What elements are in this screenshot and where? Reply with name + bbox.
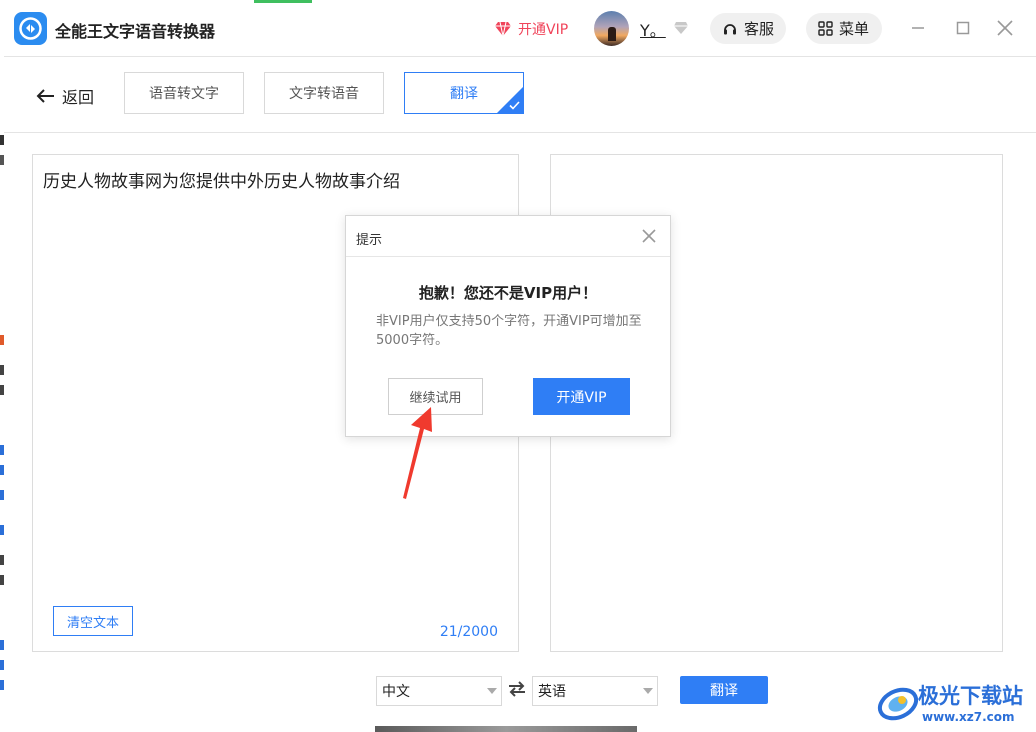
header-divider — [4, 132, 1036, 133]
continue-trial-button[interactable]: 继续试用 — [388, 378, 483, 415]
dialog-heading: 抱歉！您还不是VIP用户！ — [418, 284, 598, 302]
tab-text-to-speech[interactable]: 文字转语音 — [264, 72, 384, 114]
clear-text-button[interactable]: 清空文本 — [53, 606, 133, 636]
minimize-icon[interactable] — [907, 17, 929, 39]
character-count: 21/2000 — [439, 624, 498, 640]
app-title: 全能王文字语音转换器 — [55, 22, 216, 41]
open-vip-label: 开通VIP — [518, 22, 569, 38]
chevron-down-icon — [487, 688, 497, 694]
dialog-title: 提示 — [356, 233, 383, 248]
bottom-image-strip — [375, 726, 637, 732]
customer-service-label: 客服 — [744, 20, 775, 38]
close-icon[interactable] — [642, 229, 656, 243]
source-text-input[interactable]: 历史人物故事网为您提供中外历史人物故事介绍 — [43, 167, 400, 192]
back-label: 返回 — [62, 88, 95, 107]
target-language-value: 英语 — [538, 684, 566, 700]
tab-label: 文字转语音 — [289, 86, 359, 102]
vip-level-gem-icon — [674, 22, 688, 34]
close-window-icon[interactable] — [994, 17, 1016, 39]
watermark-url: www.xz7.com — [922, 710, 1015, 724]
source-language-value: 中文 — [382, 684, 410, 700]
menu-label: 菜单 — [839, 20, 870, 38]
avatar[interactable] — [594, 11, 629, 46]
username[interactable]: Y。 — [640, 17, 666, 41]
tab-speech-to-text[interactable]: 语音转文字 — [124, 72, 244, 114]
title-bar: 全能王文字语音转换器 开通VIP Y。 客服 菜单 — [4, 0, 1036, 57]
checkmark-icon — [509, 101, 520, 110]
headset-icon — [724, 23, 736, 34]
translate-button[interactable]: 翻译 — [680, 676, 768, 704]
maximize-icon[interactable] — [952, 17, 974, 39]
watermark: 极光下载站 www.xz7.com — [876, 678, 1031, 728]
source-language-select[interactable]: 中文 — [376, 676, 502, 706]
app-logo-icon — [14, 12, 47, 45]
tab-label: 语音转文字 — [149, 86, 219, 102]
back-button[interactable]: 返回 — [36, 84, 94, 108]
arrow-left-icon — [36, 89, 54, 103]
vip-prompt-dialog: 提示 抱歉！您还不是VIP用户！ 非VIP用户仅支持50个字符，开通VIP可增加… — [345, 215, 671, 437]
watermark-logo-icon — [877, 687, 919, 721]
title-accent-line — [254, 0, 312, 3]
chevron-down-icon — [643, 688, 653, 694]
dialog-message: 非VIP用户仅支持50个字符，开通VIP可增加至5000字符。 — [376, 314, 642, 348]
open-vip-link[interactable]: 开通VIP — [494, 19, 568, 39]
tab-translate[interactable]: 翻译 — [404, 72, 524, 114]
customer-service-button[interactable]: 客服 — [710, 13, 786, 44]
tab-label: 翻译 — [450, 86, 478, 102]
grid-menu-icon — [818, 21, 833, 36]
diamond-icon — [495, 21, 511, 37]
swap-languages-icon[interactable] — [507, 680, 527, 698]
menu-button[interactable]: 菜单 — [806, 13, 882, 44]
dialog-header: 提示 — [346, 216, 670, 257]
watermark-brand: 极光下载站 — [918, 684, 1023, 708]
app-window: 全能王文字语音转换器 开通VIP Y。 客服 菜单 返回 语音转文字 文字转语音… — [4, 0, 1036, 732]
target-language-select[interactable]: 英语 — [532, 676, 658, 706]
open-vip-button[interactable]: 开通VIP — [533, 378, 630, 415]
